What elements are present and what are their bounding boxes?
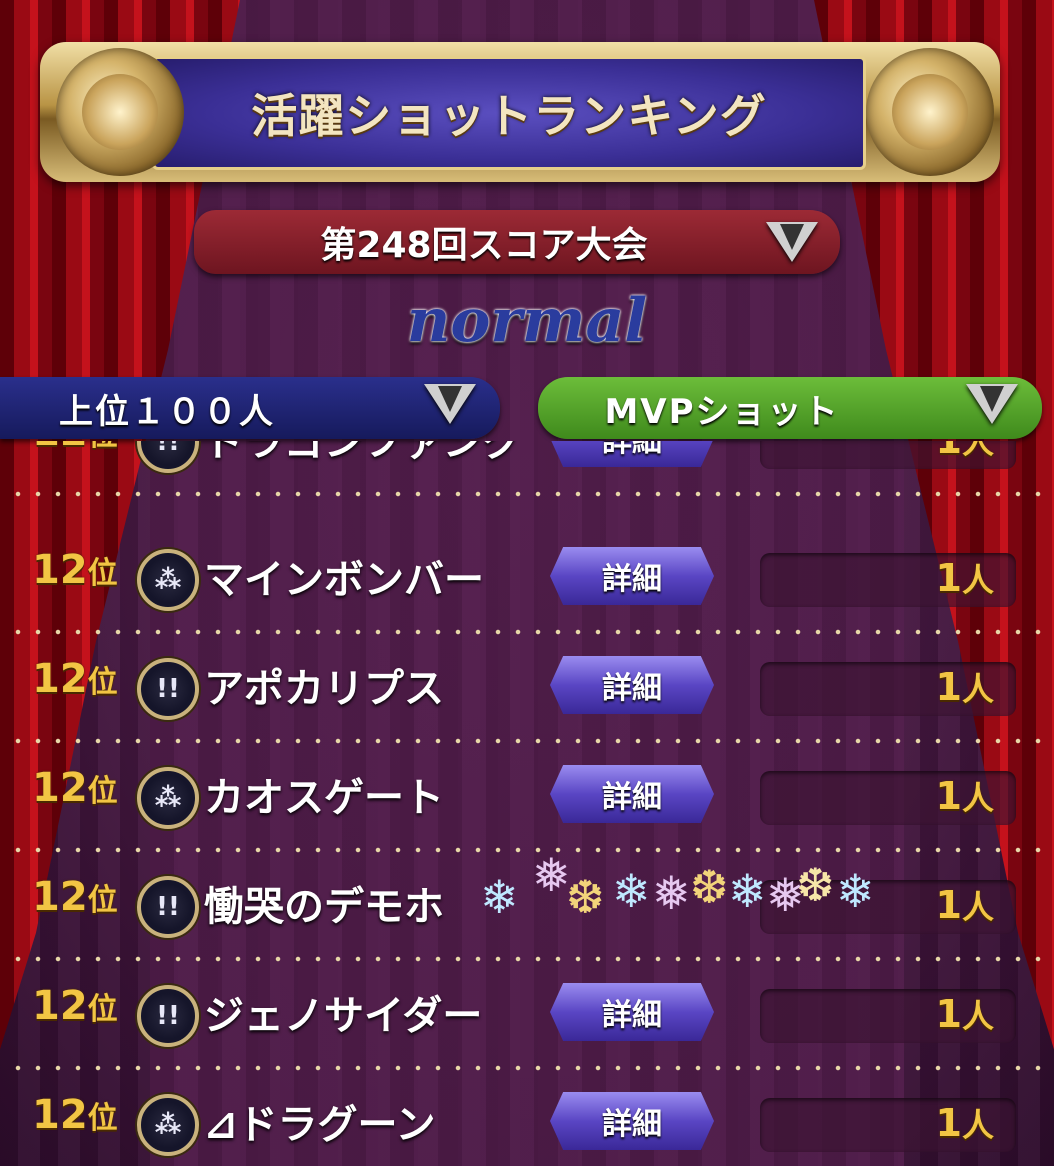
shot-name: カオスゲート [204,775,444,821]
rank-number: 12位 [32,547,118,593]
page-title: 活躍ショットランキング [251,89,767,143]
snowflake-icon: ❆ [796,858,835,912]
shot-name: ドラゴンファング [204,441,523,465]
shot-name: アポカリプス [204,666,444,712]
snowflake-icon: ❅ [652,866,691,920]
list-item: 12位 !! アポカリプス 詳細 1人 [0,634,1054,744]
snowflake-icon: ❆ [690,860,729,914]
player-count: 1人 [935,556,994,600]
list-item: 12位 ⁂ マインボンバー 詳細 1人 [0,525,1054,635]
rank-number: 12位 [32,656,118,702]
rank-number: 12位 [32,1092,118,1138]
rank-range-select[interactable]: 上位１００人 [0,377,500,439]
player-count: 1人 [935,1101,994,1145]
snowflake-icon: ❅ [532,848,571,902]
detail-button[interactable]: 詳細 [550,1092,714,1150]
rose-ornament-icon [866,48,994,176]
detail-button[interactable]: 詳細 [550,441,714,467]
detail-button[interactable]: 詳細 [550,765,714,823]
snowflake-icon: ❆ [566,870,605,924]
tournament-label[interactable]: 第248回スコア大会 [194,210,774,274]
list-item: 12位 ⁂ カオスゲート 詳細 1人 [0,743,1054,853]
shot-name: ⊿ドラグーン [204,1102,436,1148]
list-item: 12位 !! ジェノサイダー 詳細 1人 [0,961,1054,1071]
player-count: 1人 [935,774,994,818]
list-item: 12位 ⁂ ⊿ドラグーン 詳細 1人 [0,1070,1054,1166]
list-item: 12位 !! 慟哭のデモホ 1人 ❄ ❅ ❆ ❄ ❅ ❆ ❄ ❅ ❆ ❄ [0,848,1054,962]
category-select[interactable]: MVPショット [538,377,1042,439]
shot-type-icon: ⁂ [137,1094,199,1156]
shot-type-icon: !! [137,658,199,720]
chevron-down-icon[interactable] [966,384,1018,424]
rank-number: 12位 [32,441,118,455]
list-item: 12位 !! ドラゴンファング 詳細 1人 [0,441,1054,497]
snowflake-icon: ❄ [728,864,767,918]
detail-button[interactable]: 詳細 [550,547,714,605]
shot-type-icon: !! [137,441,199,473]
detail-button[interactable]: 詳細 [550,983,714,1041]
snowflake-icon: ❄ [836,864,875,918]
detail-button[interactable]: 詳細 [550,656,714,714]
shot-type-icon: ⁂ [137,767,199,829]
player-count: 1人 [935,883,994,927]
shot-name: ジェノサイダー [204,993,483,1039]
rank-number: 12位 [32,874,118,920]
difficulty-label: normal [406,286,648,356]
shot-type-icon: ⁂ [137,549,199,611]
chevron-down-icon[interactable] [424,384,476,424]
snowflake-icon: ❄ [612,864,651,918]
rank-range-label: 上位１００人 [59,391,275,432]
player-count: 1人 [935,992,994,1036]
shot-name: 慟哭のデモホ [204,884,444,930]
player-count: 1人 [936,441,994,462]
rank-number: 12位 [32,765,118,811]
rank-number: 12位 [32,983,118,1029]
category-label: MVPショット [604,391,840,432]
shot-type-icon: !! [137,985,199,1047]
player-count: 1人 [935,665,994,709]
ranking-list[interactable]: 12位 !! ドラゴンファング 詳細 1人 12位 ⁂ マインボンバー 詳細 1… [0,441,1054,1166]
shot-type-icon: !! [137,876,199,938]
shot-name: マインボンバー [204,557,484,603]
snowflake-icon: ❄ [480,870,519,924]
